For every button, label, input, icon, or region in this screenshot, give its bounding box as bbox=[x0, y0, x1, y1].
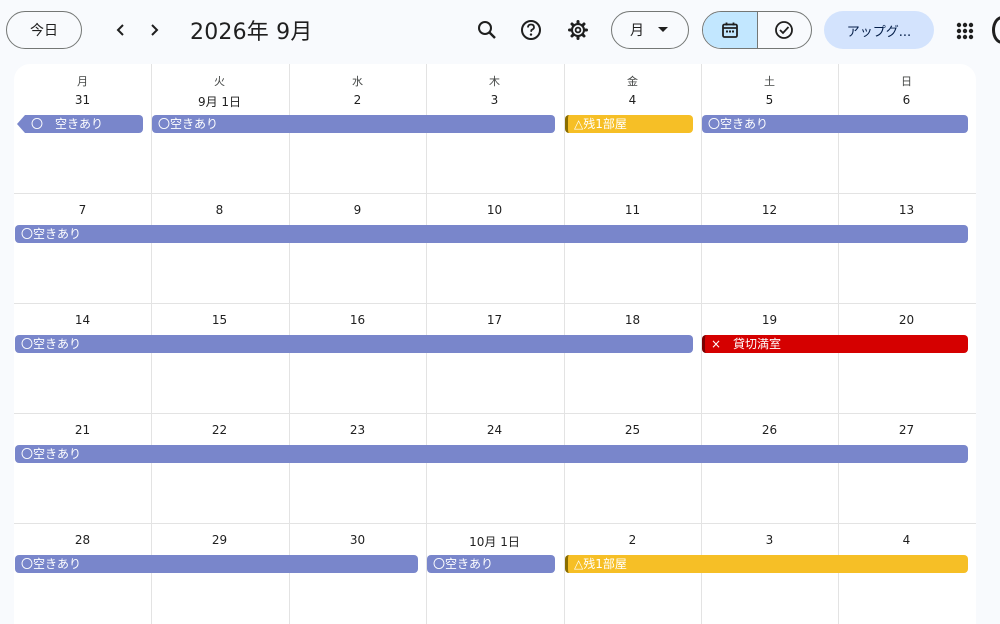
day-number[interactable]: 10 bbox=[426, 203, 563, 217]
chevron-right-icon bbox=[151, 24, 159, 36]
weekday-header: 木 bbox=[489, 75, 500, 88]
weekday-header: 土 bbox=[764, 75, 775, 88]
event-chip[interactable]: 〇空きあり bbox=[152, 115, 555, 133]
day-number[interactable]: 17 bbox=[426, 313, 563, 327]
day-number[interactable]: 30 bbox=[289, 533, 426, 547]
day-number[interactable]: 25 bbox=[564, 423, 701, 437]
top-toolbar: 今日 2026年 9月 月 アップグ... bbox=[0, 0, 1000, 62]
search-button[interactable] bbox=[473, 16, 501, 44]
day-number[interactable]: 18 bbox=[564, 313, 701, 327]
check-circle-icon bbox=[775, 21, 794, 39]
day-number[interactable]: 15 bbox=[151, 313, 288, 327]
day-number[interactable]: 6 bbox=[838, 93, 975, 107]
event-chip[interactable]: 〇空きあり bbox=[427, 555, 555, 573]
account-avatar[interactable] bbox=[992, 16, 1000, 44]
day-number[interactable]: 28 bbox=[14, 533, 151, 547]
day-number[interactable]: 22 bbox=[151, 423, 288, 437]
day-number[interactable]: 29 bbox=[151, 533, 288, 547]
weekday-header: 月 bbox=[77, 75, 88, 88]
today-button[interactable]: 今日 bbox=[6, 11, 82, 49]
day-number[interactable]: 19 bbox=[701, 313, 838, 327]
day-number[interactable]: 26 bbox=[701, 423, 838, 437]
month-grid: 月火水木金土日 31 9月 1日 2 3 4 5 6 〇 空きあり 〇空きあり △残1部屋 〇空きあり… bbox=[14, 64, 976, 624]
day-number[interactable]: 12 bbox=[701, 203, 838, 217]
settings-button[interactable] bbox=[564, 16, 592, 44]
event-chip[interactable]: 〇空きあり bbox=[15, 225, 968, 243]
caret-down-icon bbox=[658, 27, 668, 32]
row-divider bbox=[14, 413, 976, 414]
gear-icon bbox=[568, 20, 588, 40]
day-number[interactable]: 13 bbox=[838, 203, 975, 217]
search-icon bbox=[478, 21, 496, 39]
day-number[interactable]: 14 bbox=[14, 313, 151, 327]
upgrade-button[interactable]: アップグ... bbox=[824, 11, 934, 49]
day-number[interactable]: 3 bbox=[426, 93, 563, 107]
weekday-header: 火 bbox=[214, 75, 225, 88]
day-number[interactable]: 9月 1日 bbox=[151, 93, 288, 110]
day-number[interactable]: 16 bbox=[289, 313, 426, 327]
next-month-button[interactable] bbox=[140, 16, 168, 44]
day-number[interactable]: 11 bbox=[564, 203, 701, 217]
day-number[interactable]: 23 bbox=[289, 423, 426, 437]
page-title: 2026年 9月 bbox=[190, 20, 313, 45]
tasks-mode-button[interactable] bbox=[758, 12, 812, 48]
event-chip[interactable]: 〇 空きあり bbox=[17, 115, 143, 133]
calendar-icon bbox=[721, 22, 738, 38]
view-selector-label: 月 bbox=[630, 23, 644, 39]
mode-toggle bbox=[702, 11, 812, 49]
apps-grid-icon bbox=[956, 22, 974, 40]
help-icon bbox=[521, 20, 541, 40]
event-chip[interactable]: 〇空きあり bbox=[702, 115, 968, 133]
row-divider bbox=[14, 303, 976, 304]
help-button[interactable] bbox=[517, 16, 545, 44]
day-number[interactable]: 10月 1日 bbox=[426, 533, 563, 550]
day-number[interactable]: 4 bbox=[564, 93, 701, 107]
event-chip[interactable]: △残1部屋 bbox=[565, 555, 968, 573]
day-number[interactable]: 27 bbox=[838, 423, 975, 437]
day-number[interactable]: 24 bbox=[426, 423, 563, 437]
event-chip[interactable]: △残1部屋 bbox=[565, 115, 693, 133]
day-number[interactable]: 31 bbox=[14, 93, 151, 107]
day-number[interactable]: 9 bbox=[289, 203, 426, 217]
day-number[interactable]: 2 bbox=[564, 533, 701, 547]
row-divider bbox=[14, 193, 976, 194]
event-chip[interactable]: 〇空きあり bbox=[15, 445, 968, 463]
weekday-header: 水 bbox=[352, 75, 363, 88]
weekday-header: 金 bbox=[627, 75, 638, 88]
day-number[interactable]: 5 bbox=[701, 93, 838, 107]
day-number[interactable]: 20 bbox=[838, 313, 975, 327]
row-divider bbox=[14, 523, 976, 524]
event-chip[interactable]: 〇空きあり bbox=[15, 555, 418, 573]
day-number[interactable]: 8 bbox=[151, 203, 288, 217]
previous-month-button[interactable] bbox=[107, 16, 135, 44]
day-number[interactable]: 21 bbox=[14, 423, 151, 437]
chevron-left-icon bbox=[116, 24, 124, 36]
event-chip[interactable]: × 貸切満室 bbox=[702, 335, 968, 353]
weekday-header: 日 bbox=[901, 75, 912, 88]
calendar-mode-button[interactable] bbox=[703, 12, 758, 48]
apps-button[interactable] bbox=[952, 18, 978, 44]
day-number[interactable]: 7 bbox=[14, 203, 151, 217]
day-number[interactable]: 2 bbox=[289, 93, 426, 107]
day-number[interactable]: 3 bbox=[701, 533, 838, 547]
day-number[interactable]: 4 bbox=[838, 533, 975, 547]
event-chip[interactable]: 〇空きあり bbox=[15, 335, 693, 353]
view-selector[interactable]: 月 bbox=[611, 11, 689, 49]
